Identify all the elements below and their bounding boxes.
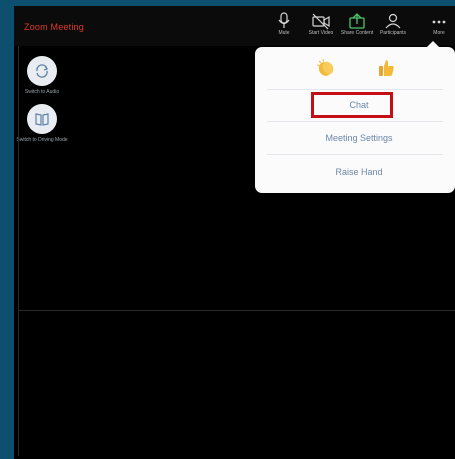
start-video-button[interactable]: Start Video bbox=[304, 10, 338, 44]
mute-button[interactable]: Mute bbox=[267, 10, 301, 44]
switch-to-audio-button[interactable]: Switch to Audio bbox=[16, 56, 68, 96]
share-upload-icon bbox=[349, 13, 365, 29]
more-dots-icon bbox=[432, 20, 446, 24]
raise-hand-menu-item[interactable]: Raise Hand bbox=[275, 158, 443, 186]
more-menu-popover: Chat Meeting Settings Raise Hand bbox=[255, 41, 455, 193]
chat-menu-item[interactable]: Chat bbox=[275, 91, 443, 119]
driving-mode-button[interactable]: Switch to Driving Mode bbox=[16, 104, 68, 144]
raise-hand-label: Raise Hand bbox=[335, 167, 383, 177]
start-video-label: Start Video bbox=[308, 30, 334, 36]
top-toolbar: Zoom Meeting Mute Start Video Share Cont bbox=[14, 6, 455, 46]
share-content-button[interactable]: Share Content bbox=[340, 10, 374, 44]
driving-mode-book-icon bbox=[27, 104, 57, 134]
participants-button[interactable]: Participants bbox=[376, 10, 410, 44]
video-frame-bottom-border bbox=[18, 310, 455, 311]
switch-to-audio-label: Switch to Audio bbox=[24, 89, 60, 95]
video-camera-icon bbox=[312, 13, 330, 30]
mute-label: Mute bbox=[278, 30, 290, 36]
driving-mode-label: Switch to Driving Mode bbox=[16, 137, 68, 143]
more-button[interactable]: More bbox=[424, 10, 454, 44]
menu-separator bbox=[267, 121, 443, 122]
switch-audio-icon bbox=[27, 56, 57, 86]
reactions-row bbox=[255, 57, 455, 79]
menu-separator bbox=[267, 154, 443, 155]
popover-caret bbox=[427, 41, 439, 47]
menu-separator bbox=[267, 89, 443, 90]
share-content-label: Share Content bbox=[340, 30, 374, 36]
video-frame-left-border bbox=[18, 46, 19, 456]
clapping-hands-icon[interactable] bbox=[315, 57, 337, 79]
participants-icon bbox=[385, 13, 401, 29]
thumbs-up-icon[interactable] bbox=[375, 57, 397, 79]
more-label: More bbox=[433, 30, 445, 36]
microphone-icon bbox=[278, 12, 290, 28]
chat-highlight-box bbox=[311, 92, 393, 118]
meeting-settings-label: Meeting Settings bbox=[325, 133, 393, 143]
meeting-screen: Zoom Meeting Mute Start Video Share Cont bbox=[14, 6, 455, 459]
participants-label: Participants bbox=[379, 30, 407, 36]
meeting-settings-menu-item[interactable]: Meeting Settings bbox=[275, 124, 443, 152]
meeting-title: Zoom Meeting bbox=[24, 22, 84, 32]
